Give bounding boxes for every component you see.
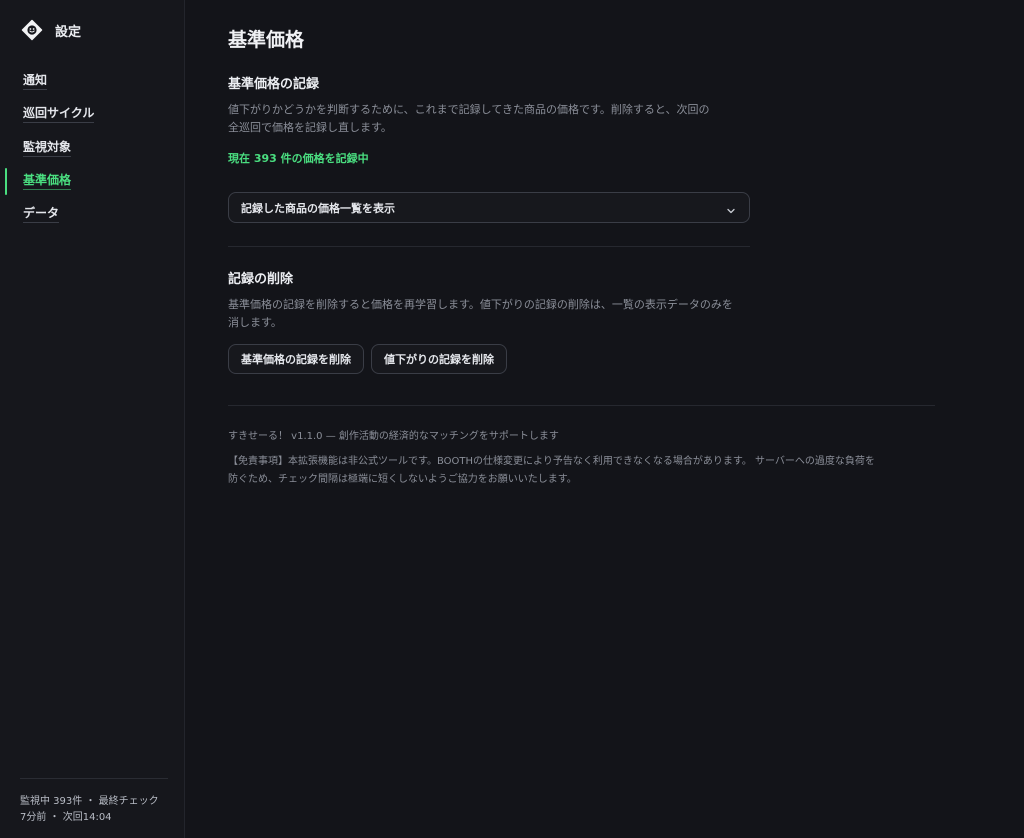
- sidebar-nav: 通知 巡回サイクル 監視対象 基準価格 データ: [0, 65, 184, 231]
- sidebar-status: 監視中 393件 ・ 最終チェック 7分前 ・ 次回14:04: [20, 778, 168, 826]
- sidebar-item-label: データ: [23, 206, 60, 224]
- delete-button-row: 基準価格の記録を削除 値下がりの記録を削除: [228, 344, 1024, 374]
- sidebar-header: 設定: [0, 0, 184, 42]
- sidebar: 設定 通知 巡回サイクル 監視対象 基準価格 データ 監視中 393件 ・ 最終…: [0, 0, 185, 838]
- app-title: 設定: [55, 24, 82, 40]
- delete-section: 記録の削除 基準価格の記録を削除すると価格を再学習します。値下がりの記録の削除は…: [228, 271, 1024, 374]
- disclaimer-line: 防ぐため、チェック間隔は極端に短くしないようご協力をお願いいたします。: [228, 474, 577, 485]
- main-content: 基準価格 基準価格の記録 値下がりかどうかを判断するために、これまで記録してきた…: [185, 0, 1024, 838]
- sidebar-item-base-price[interactable]: 基準価格: [0, 165, 184, 198]
- price-list-dropdown-label: 記録した商品の価格一覧を表示: [241, 201, 395, 215]
- settings-app: 設定 通知 巡回サイクル 監視対象 基準価格 データ 監視中 393件 ・ 最終…: [0, 0, 1024, 838]
- record-count-status: 現在 393 件の価格を記録中: [228, 152, 369, 165]
- about-text: すきせーる！ v1.1.0 — 創作活動の経済的なマッチングをサポートします: [228, 431, 559, 442]
- sidebar-item-label: 監視対象: [23, 140, 72, 157]
- section-title-delete: 記録の削除: [228, 272, 294, 287]
- sidebar-item-watch-targets[interactable]: 監視対象: [0, 132, 184, 165]
- tag-smile-icon: [21, 19, 43, 41]
- status-line-watch: 監視中 393件 ・ 最終チェック: [20, 796, 159, 807]
- page-title: 基準価格: [228, 29, 305, 51]
- disclaimer: 【免責事項】本拡張機能は非公式ツールです。BOOTHの仕様変更により予告なく利用…: [228, 453, 1024, 489]
- delete-base-price-button[interactable]: 基準価格の記録を削除: [228, 344, 364, 374]
- delete-price-drops-button[interactable]: 値下がりの記録を削除: [371, 344, 507, 374]
- disclaimer-line: 【免責事項】本拡張機能は非公式ツールです。BOOTHの仕様変更により予告なく利用…: [228, 456, 875, 467]
- record-section: 基準価格の記録 値下がりかどうかを判断するために、これまで記録してきた商品の価格…: [228, 76, 1024, 223]
- section-divider: [228, 246, 750, 247]
- sidebar-item-label: 通知: [23, 73, 48, 91]
- sidebar-item-label: 巡回サイクル: [23, 106, 95, 124]
- price-list-dropdown[interactable]: 記録した商品の価格一覧を表示: [228, 192, 750, 223]
- sidebar-item-notifications[interactable]: 通知: [0, 65, 184, 98]
- record-description-line: 全巡回で価格を記録し直します。: [228, 121, 392, 134]
- status-line-next-check: 7分前 ・ 次回14:04: [20, 812, 112, 823]
- delete-description-line: 消します。: [228, 316, 282, 329]
- chevron-down-icon: [725, 202, 737, 214]
- sidebar-item-patrol-cycle[interactable]: 巡回サイクル: [0, 98, 184, 131]
- sidebar-item-data[interactable]: データ: [0, 198, 184, 231]
- delete-description-line: 基準価格の記録を削除すると価格を再学習します。値下がりの記録の削除は、一覧の表示…: [228, 298, 733, 311]
- footer-divider: [228, 405, 935, 406]
- section-title-record: 基準価格の記録: [228, 77, 320, 92]
- sidebar-item-label: 基準価格: [23, 173, 72, 191]
- record-description-line: 値下がりかどうかを判断するために、これまで記録してきた商品の価格です。削除すると…: [228, 103, 710, 116]
